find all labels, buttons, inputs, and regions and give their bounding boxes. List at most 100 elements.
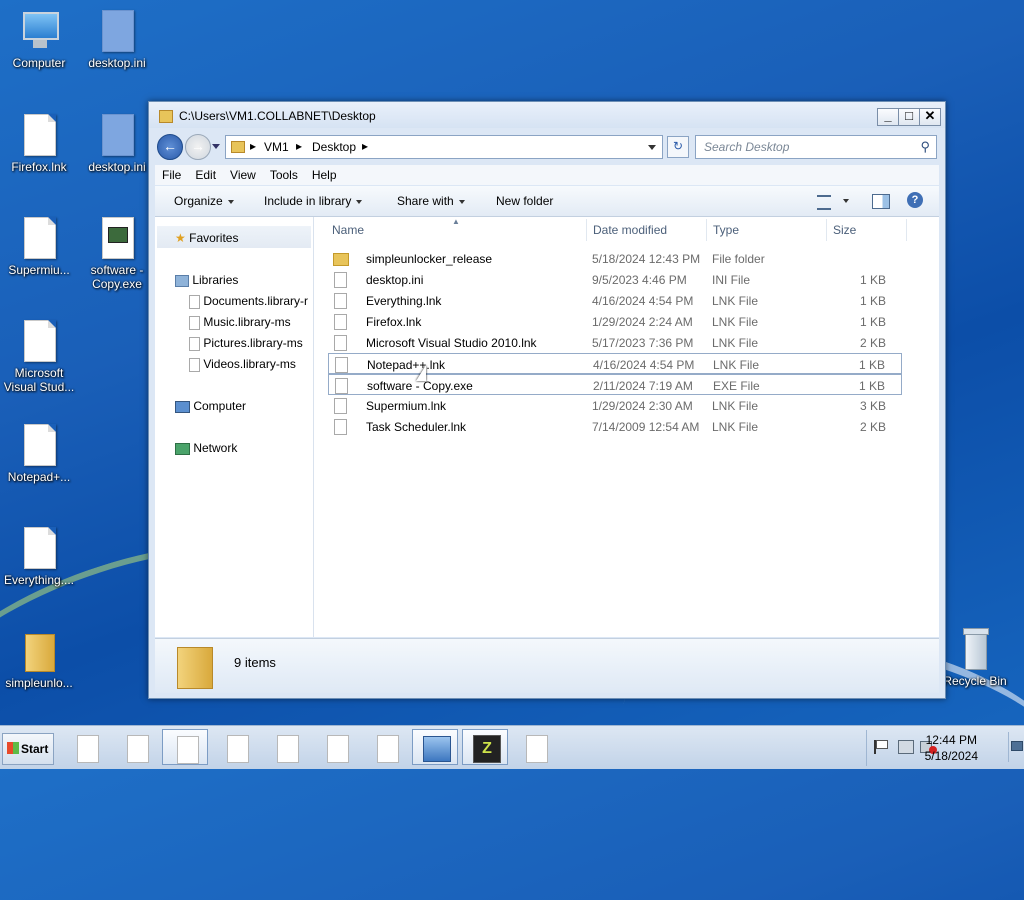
taskbar-item-control-panel[interactable]	[412, 729, 458, 765]
file-row[interactable]: simpleunlocker_release 5/18/2024 12:43 PM…	[328, 248, 902, 269]
menu-help[interactable]: Help	[305, 165, 344, 182]
forward-button[interactable]: →	[185, 134, 211, 160]
file-size: 3 KB	[859, 399, 886, 413]
nav-favorites[interactable]: ★ Favorites	[175, 231, 238, 245]
refresh-button[interactable]: ↻	[667, 136, 689, 158]
share-with-button[interactable]: Share with	[397, 194, 465, 208]
taskbar-item-file[interactable]	[213, 729, 259, 765]
file-icon	[99, 10, 135, 54]
folder-icon	[159, 110, 173, 123]
file-date: 1/29/2024 2:24 AM	[592, 315, 693, 329]
nav-library-videos[interactable]: Videos.library-ms	[189, 357, 296, 372]
file-name: Supermium.lnk	[366, 399, 447, 413]
column-header-date[interactable]: Date modified	[593, 223, 667, 237]
column-header-size[interactable]: Size	[833, 223, 856, 237]
chevron-right-icon[interactable]: ▸	[362, 139, 368, 153]
show-desktop-button[interactable]	[1008, 732, 1023, 762]
taskbar-item-file[interactable]	[313, 729, 359, 765]
nav-libraries[interactable]: Libraries	[175, 273, 238, 287]
title-bar[interactable]: C:\Users\VM1.COLLABNET\Desktop _ □ ✕	[149, 102, 945, 128]
desktop-icon-simpleunlocker[interactable]: simpleunlo...	[1, 630, 77, 690]
file-row[interactable]: Microsoft Visual Studio 2010.lnk 5/17/202…	[328, 332, 902, 353]
system-clock[interactable]: 12:44 PM 5/18/2024	[925, 732, 978, 764]
column-separator[interactable]	[586, 219, 587, 241]
nav-library-documents[interactable]: Documents.library-r	[189, 294, 308, 309]
nav-library-pictures[interactable]: Pictures.library-ms	[189, 336, 303, 351]
flag-icon-body	[876, 740, 888, 749]
file-type: LNK File	[712, 294, 759, 308]
menu-file[interactable]: File	[155, 165, 188, 182]
view-options-icon[interactable]	[817, 195, 831, 210]
chevron-down-icon	[458, 199, 465, 204]
desktop-icon-firefox[interactable]: Firefox.lnk	[1, 114, 77, 174]
search-input[interactable]: Search Desktop ⚲	[695, 135, 937, 159]
close-button[interactable]: ✕	[919, 108, 941, 126]
file-date: 7/14/2009 12:54 AM	[592, 420, 700, 434]
taskbar-item-explorer[interactable]	[162, 729, 208, 765]
breadcrumb-vm1[interactable]: VM1	[264, 140, 289, 154]
taskbar-item-app[interactable]: Z	[462, 729, 508, 765]
file-row[interactable]: Supermium.lnk 1/29/2024 2:30 AM LNK File 3 …	[328, 395, 902, 416]
file-type: LNK File	[712, 336, 759, 350]
chevron-right-icon[interactable]: ▸	[296, 139, 302, 153]
taskbar-item-file[interactable]	[363, 729, 409, 765]
maximize-button[interactable]: □	[898, 108, 920, 126]
taskbar-item-file[interactable]	[263, 729, 309, 765]
search-icon[interactable]: ⚲	[920, 139, 930, 155]
file-icon	[377, 735, 399, 763]
navigation-pane: ★ Favorites Libraries Documents.library-…	[155, 217, 314, 637]
file-row[interactable]: Task Scheduler.lnk 7/14/2009 12:54 AM LNK …	[328, 416, 902, 437]
column-separator[interactable]	[906, 219, 907, 241]
desktop-icon-desktop-ini[interactable]: desktop.ini	[79, 10, 155, 70]
exe-icon	[335, 378, 348, 394]
back-button[interactable]: ←	[157, 134, 183, 160]
nav-computer[interactable]: Computer	[175, 399, 246, 413]
help-icon[interactable]: ?	[907, 192, 923, 208]
file-date: 2/11/2024 7:19 AM	[593, 379, 693, 393]
menu-tools[interactable]: Tools	[263, 165, 305, 182]
network-icon[interactable]	[898, 740, 914, 754]
file-icon	[127, 735, 149, 763]
file-row[interactable]: Notepad++.lnk 4/16/2024 4:54 PM LNK File 1 …	[328, 353, 902, 374]
include-in-library-button[interactable]: Include in library	[264, 194, 363, 208]
network-icon	[175, 442, 190, 455]
desktop-icon-everything[interactable]: Everything....	[1, 527, 77, 587]
file-row[interactable]: Everything.lnk 4/16/2024 4:54 PM LNK File 1…	[328, 290, 902, 311]
file-icon	[189, 294, 200, 309]
address-dropdown[interactable]	[648, 145, 656, 150]
details-pane: 9 items	[155, 638, 939, 693]
desktop-icon-desktop-ini-2[interactable]: desktop.ini	[79, 114, 155, 174]
chevron-right-icon[interactable]: ▸	[250, 139, 256, 153]
recent-pages-dropdown[interactable]	[212, 144, 220, 149]
organize-button[interactable]: Organize	[174, 194, 234, 208]
desktop-icon-supermium[interactable]: Supermiu...	[1, 217, 77, 277]
menu-view[interactable]: View	[223, 165, 263, 182]
file-row[interactable]: software - Copy.exe 2/11/2024 7:19 AM EXE …	[328, 374, 902, 395]
desktop-icon-recycle-bin[interactable]: Recycle Bin	[937, 628, 1013, 688]
column-header-type[interactable]: Type	[713, 223, 739, 237]
file-row[interactable]: desktop.ini 9/5/2023 4:46 PM INI File 1 KB	[328, 269, 902, 290]
nav-network[interactable]: Network	[175, 441, 237, 455]
chevron-down-icon[interactable]	[843, 199, 849, 203]
desktop-icon-software-copy[interactable]: software - Copy.exe	[79, 217, 155, 291]
taskbar-item-file[interactable]	[512, 729, 558, 765]
taskbar-item-file[interactable]	[113, 729, 159, 765]
nav-library-music[interactable]: Music.library-ms	[189, 315, 291, 330]
desktop-icon-computer[interactable]: Computer	[1, 10, 77, 70]
desktop-icon-notepad[interactable]: Notepad+...	[1, 424, 77, 484]
desktop-icon-visual-studio[interactable]: Microsoft Visual Stud...	[1, 320, 77, 394]
column-header-name[interactable]: Name	[332, 223, 364, 237]
address-bar[interactable]: ▸ VM1 ▸ Desktop ▸	[225, 135, 663, 159]
breadcrumb-desktop[interactable]: Desktop	[312, 140, 356, 154]
new-folder-button[interactable]: New folder	[496, 194, 553, 208]
mouse-cursor-icon	[416, 365, 426, 381]
preview-pane-icon[interactable]	[872, 194, 890, 209]
start-button[interactable]: Start	[2, 733, 54, 765]
column-separator[interactable]	[706, 219, 707, 241]
file-row[interactable]: Firefox.lnk 1/29/2024 2:24 AM LNK File 1 KB	[328, 311, 902, 332]
column-separator[interactable]	[826, 219, 827, 241]
menu-edit[interactable]: Edit	[188, 165, 223, 182]
minimize-button[interactable]: _	[877, 108, 899, 126]
file-type: LNK File	[712, 315, 759, 329]
taskbar-item-file[interactable]	[63, 729, 109, 765]
